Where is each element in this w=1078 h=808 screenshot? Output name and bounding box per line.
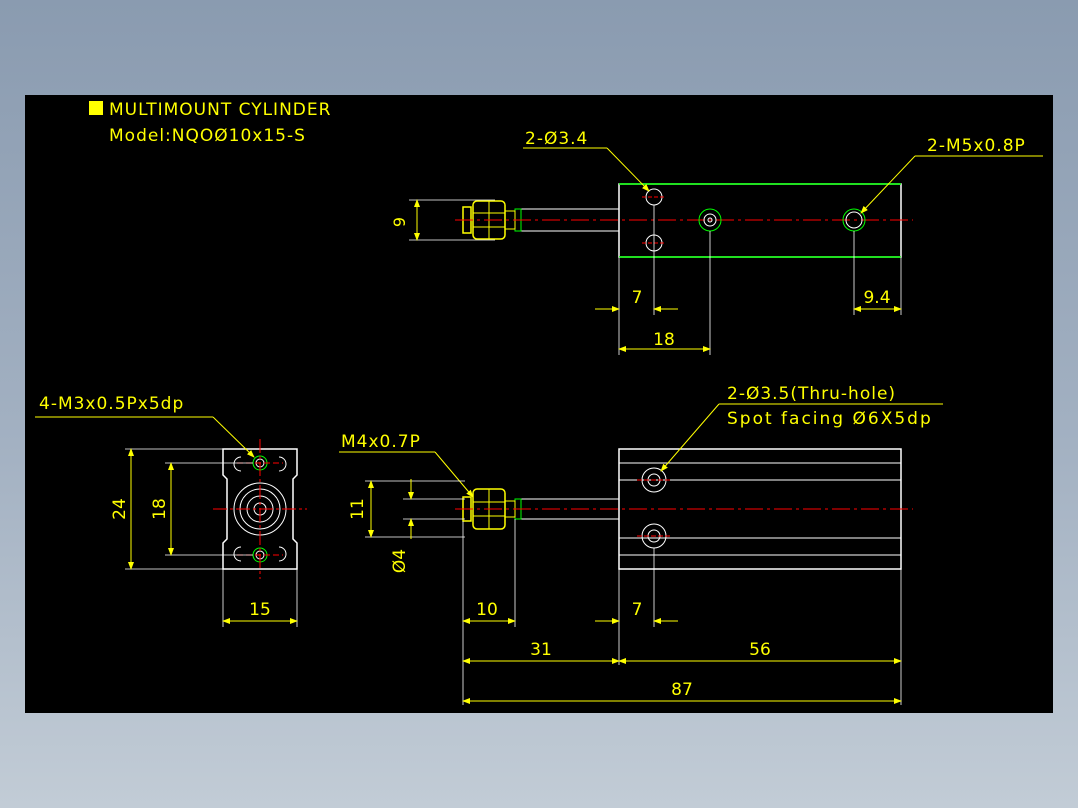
dim-port-offset-18: 18 [653, 330, 675, 350]
top-view: 9 2-Ø3.4 2-M5x0.8P 7 18 9.4 [390, 129, 1043, 355]
dim-overall-length-87: 87 [671, 680, 693, 700]
drawing-canvas: MULTIMOUNT CYLINDER Model:NQOØ10x15-S 9 … [35, 100, 1043, 705]
callout-thread: 2-M5x0.8P [927, 136, 1026, 156]
callout-hole-diameter: 2-Ø3.4 [525, 129, 588, 149]
layer-color-swatch [89, 101, 103, 115]
dim-height-9: 9 [390, 217, 409, 227]
title-block: MULTIMOUNT CYLINDER Model:NQOØ10x15-S [89, 100, 331, 146]
drawing-title: MULTIMOUNT CYLINDER [109, 100, 331, 120]
end-view: 4-M3x0.5Px5dp 24 18 15 [35, 394, 307, 627]
dim-thread-length-10: 10 [476, 600, 498, 620]
dim-rod-length-31: 31 [530, 640, 552, 660]
dim-hole-offset-7: 7 [632, 288, 643, 308]
callout-spot-facing: Spot facing Ø6X5dp [727, 409, 933, 429]
callout-thru-hole: 2-Ø3.5(Thru-hole) [727, 384, 896, 404]
dim-height-11: 11 [348, 498, 368, 520]
dim-rod-diameter-4: Ø4 [390, 549, 410, 573]
model-number: Model:NQOØ10x15-S [109, 126, 306, 146]
dim-width-15: 15 [249, 600, 271, 620]
dim-port-offset-9-4: 9.4 [863, 288, 890, 308]
dim-hole-pitch-18: 18 [150, 498, 170, 520]
callout-tapped-hole: 4-M3x0.5Px5dp [39, 394, 184, 414]
cad-model-space[interactable]: MULTIMOUNT CYLINDER Model:NQOØ10x15-S 9 … [25, 95, 1053, 713]
dim-height-24: 24 [110, 498, 130, 520]
callout-rod-thread: M4x0.7P [341, 432, 421, 452]
dim-hole-offset-7b: 7 [632, 600, 643, 620]
dim-body-length-56: 56 [749, 640, 771, 660]
side-view: 2-Ø3.5(Thru-hole) Spot facing Ø6X5dp M4x… [339, 384, 943, 705]
